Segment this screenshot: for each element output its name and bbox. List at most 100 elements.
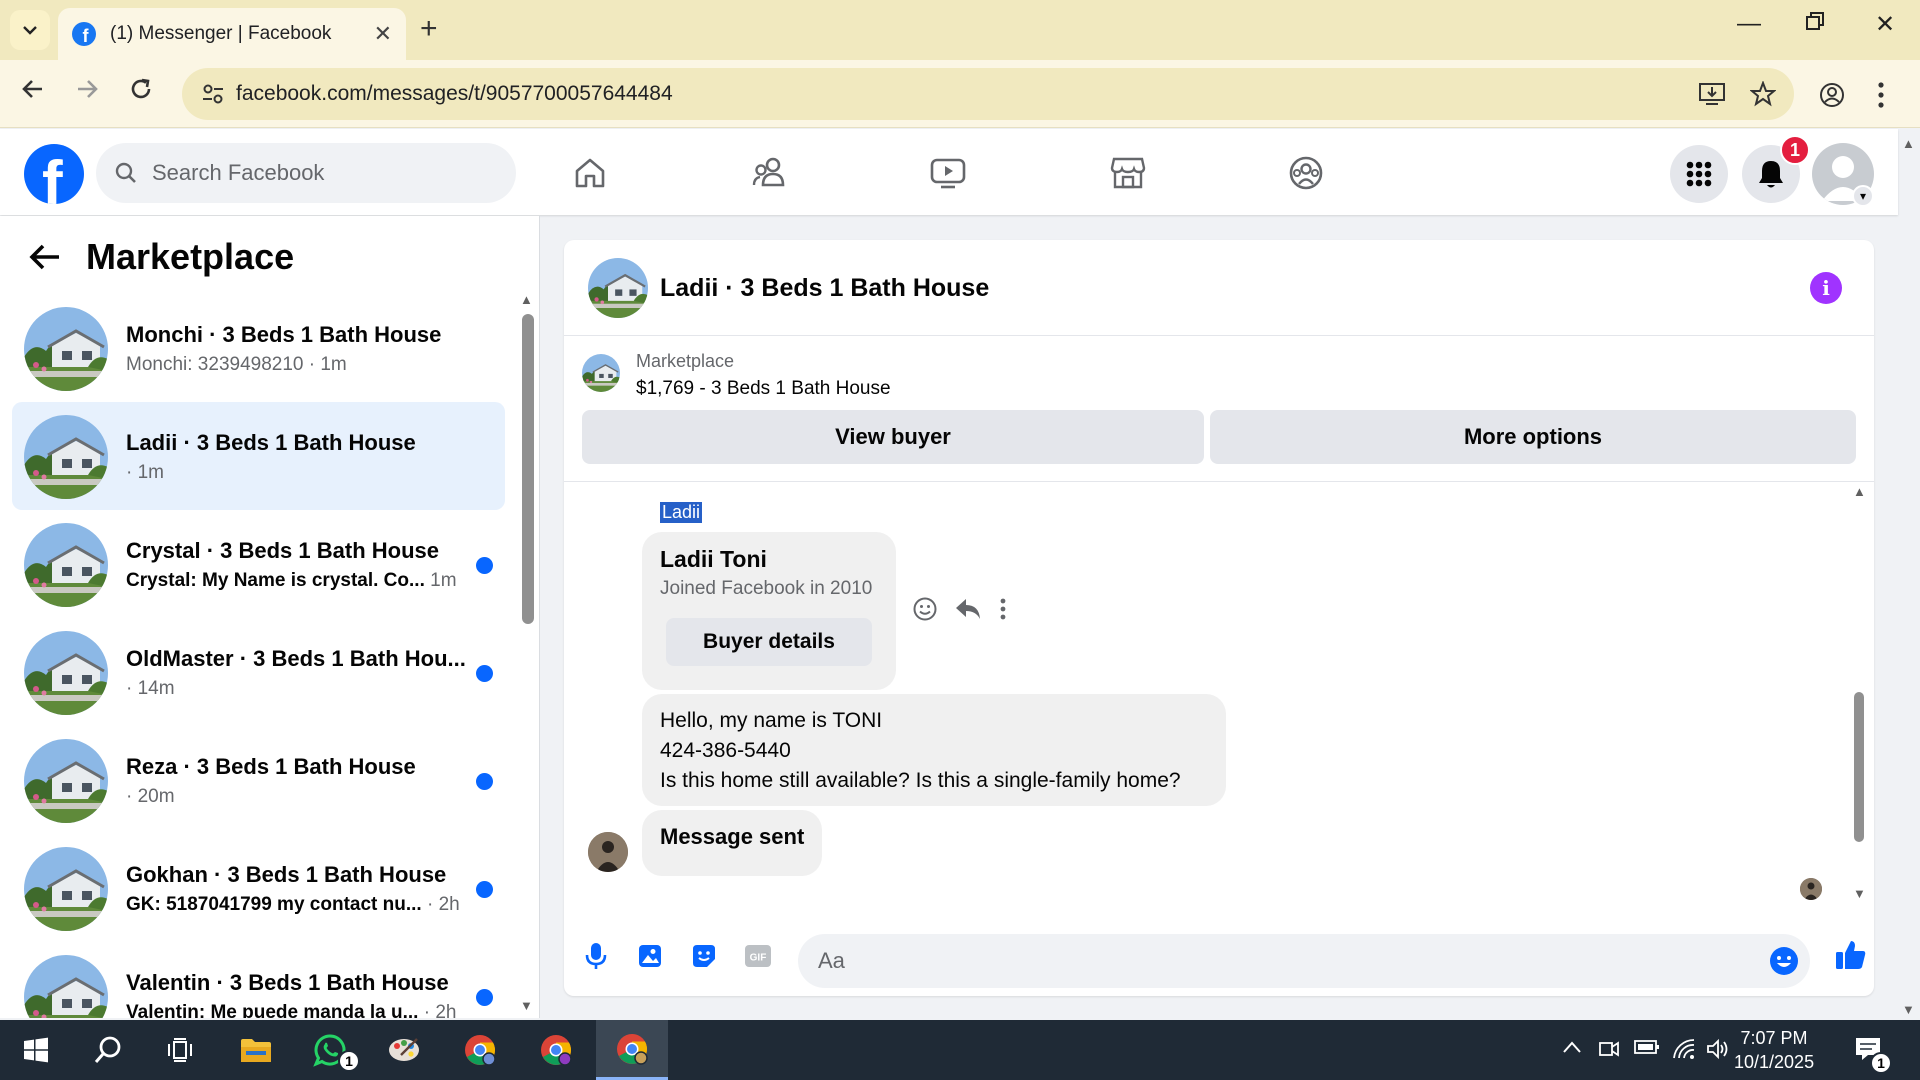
sticker-button[interactable] — [686, 938, 722, 974]
conversation-name: Ladii · 3 Beds 1 Bath House — [126, 430, 416, 455]
message-input-placeholder: Aa — [818, 948, 845, 973]
nav-gaming[interactable] — [1276, 149, 1336, 197]
gif-icon: GIF — [745, 945, 771, 967]
restore-button[interactable] — [1790, 10, 1840, 38]
conversation-item[interactable]: Gokhan · 3 Beds 1 Bath House GK: 51870417… — [12, 834, 505, 942]
start-button[interactable] — [4, 1020, 68, 1080]
tab-search-button[interactable] — [10, 10, 50, 50]
thumbs-up-icon[interactable] — [1834, 938, 1868, 972]
info-icon[interactable]: i — [1810, 272, 1842, 304]
gif-button[interactable]: GIF — [740, 938, 776, 974]
sender-avatar[interactable] — [588, 832, 628, 872]
chat-scroll-down-arrow[interactable]: ▼ — [1853, 886, 1866, 901]
site-settings-icon[interactable] — [200, 81, 226, 107]
install-app-icon[interactable] — [1698, 81, 1726, 107]
nav-home[interactable] — [560, 149, 620, 197]
forward-button[interactable] — [74, 76, 100, 109]
arrow-right-icon — [78, 80, 98, 98]
chat-title[interactable]: Ladii · 3 Beds 1 Bath House — [660, 274, 989, 303]
chrome-active-taskbar[interactable] — [596, 1020, 668, 1080]
emoji-icon[interactable] — [1768, 945, 1800, 977]
listing-small-thumbnail[interactable] — [582, 354, 620, 392]
preview-text: Monchi: 3239498210 — [126, 354, 304, 375]
volume-tray[interactable] — [1706, 1038, 1730, 1065]
buyer-details-button[interactable]: Buyer details — [666, 618, 872, 666]
page-scroll-up-arrow[interactable]: ▲ — [1902, 136, 1915, 151]
chevron-up-icon — [1563, 1041, 1581, 1053]
profile-icon[interactable] — [1818, 81, 1846, 109]
nav-marketplace[interactable] — [1098, 149, 1158, 197]
message-bubble[interactable]: Hello, my name is TONI 424-386-5440 Is t… — [642, 694, 1226, 806]
conversation-item[interactable]: Monchi · 3 Beds 1 Bath House Monchi: 3239… — [12, 294, 505, 402]
house-listing-photo — [24, 523, 108, 607]
new-tab-button[interactable]: + — [420, 12, 438, 46]
restore-icon — [1806, 12, 1824, 30]
windows-logo-icon — [24, 1037, 48, 1063]
chrome-profile-1-taskbar[interactable] — [448, 1020, 512, 1080]
task-view-button[interactable] — [148, 1020, 212, 1080]
facebook-logo[interactable]: f — [24, 144, 84, 204]
conversation-thumbnail — [24, 847, 108, 931]
message-input[interactable]: Aa — [798, 934, 1810, 988]
seen-photo — [1800, 878, 1822, 900]
listing-thumbnail[interactable] — [588, 258, 648, 318]
more-vertical-icon[interactable] — [998, 597, 1008, 621]
conversation-item[interactable]: Reza · 3 Beds 1 Bath House · 20m — [12, 726, 505, 834]
conversation-item[interactable]: Valentin · 3 Beds 1 Bath House Valentin: … — [12, 942, 505, 1018]
view-buyer-button[interactable]: View buyer — [582, 410, 1204, 464]
conversation-item[interactable]: OldMaster · 3 Beds 1 Bath Hou... · 14m — [12, 618, 505, 726]
search-taskbar-button[interactable] — [76, 1020, 140, 1080]
buyer-joined: Joined Facebook in 2010 — [660, 578, 873, 599]
browser-menu-icon[interactable] — [1876, 80, 1886, 110]
message-line: Is this home still available? Is this a … — [660, 769, 1181, 792]
more-options-button[interactable]: More options — [1210, 410, 1856, 464]
bookmark-star-icon[interactable] — [1750, 81, 1776, 107]
address-bar[interactable]: facebook.com/messages/t/9057700057644484 — [182, 68, 1794, 120]
chat-panel: Ladii · 3 Beds 1 Bath House i Marketplac… — [564, 240, 1874, 996]
sidebar-scroll-down-arrow[interactable]: ▼ — [520, 998, 533, 1013]
facebook-search-input[interactable]: Search Facebook — [96, 143, 516, 203]
chevron-down-icon — [23, 26, 37, 35]
meet-now-tray[interactable] — [1598, 1038, 1620, 1065]
sender-name: Ladii — [660, 502, 703, 523]
folder-icon — [241, 1039, 271, 1062]
attach-photo-button[interactable] — [632, 938, 668, 974]
conversation-item[interactable]: Crystal · 3 Beds 1 Bath House Crystal: My… — [12, 510, 505, 618]
close-window-button[interactable]: ✕ — [1860, 10, 1910, 39]
sidebar-scrollbar[interactable] — [522, 314, 534, 624]
minimize-button[interactable]: — — [1724, 10, 1774, 38]
voice-clip-button[interactable] — [578, 938, 614, 974]
chrome-profile-2-taskbar[interactable] — [524, 1020, 588, 1080]
system-clock[interactable]: 7:07 PM 10/1/2025 — [1734, 1026, 1814, 1074]
account-chevron-icon[interactable]: ▾ — [1852, 185, 1874, 207]
nav-video[interactable] — [918, 149, 978, 197]
page-scroll-down-arrow[interactable]: ▼ — [1902, 1002, 1915, 1017]
browser-tab-messenger[interactable]: f (1) Messenger | Facebook ✕ — [58, 8, 406, 60]
reply-icon[interactable] — [954, 597, 982, 621]
listing-price-title[interactable]: $1,769 - 3 Beds 1 Bath House — [636, 378, 891, 400]
battery-tray[interactable] — [1634, 1038, 1660, 1061]
preview-text: Crystal: My Name is crystal. Co... — [126, 570, 425, 591]
file-explorer-taskbar[interactable] — [224, 1020, 288, 1080]
react-emoji-icon[interactable] — [912, 596, 938, 622]
conversation-thumbnail — [24, 415, 108, 499]
back-button[interactable] — [20, 76, 46, 109]
menu-button[interactable] — [1670, 145, 1728, 203]
sidebar-scroll-up-arrow[interactable]: ▲ — [520, 292, 533, 307]
wifi-tray[interactable] — [1672, 1038, 1696, 1065]
chat-scrollbar[interactable] — [1854, 692, 1864, 842]
paint-app-taskbar[interactable] — [372, 1020, 436, 1080]
chat-scroll-up-arrow[interactable]: ▲ — [1853, 484, 1866, 499]
preview-time: · 2h — [421, 894, 460, 915]
conversation-item[interactable]: Ladii · 3 Beds 1 Bath House · 1m — [12, 402, 505, 510]
conversation-preview: GK: 5187041799 my contact nu... · 2h — [126, 894, 460, 916]
reload-button[interactable] — [128, 76, 154, 109]
house-listing-photo — [582, 354, 620, 392]
nav-friends[interactable] — [740, 149, 800, 197]
back-arrow-icon[interactable] — [28, 242, 62, 272]
message-sent-bubble[interactable]: Message sent — [642, 810, 823, 876]
conversation-thumbnail — [24, 631, 108, 715]
tab-close-icon[interactable]: ✕ — [374, 21, 392, 47]
chrome-icon — [465, 1035, 496, 1066]
show-hidden-icons[interactable] — [1562, 1038, 1582, 1059]
